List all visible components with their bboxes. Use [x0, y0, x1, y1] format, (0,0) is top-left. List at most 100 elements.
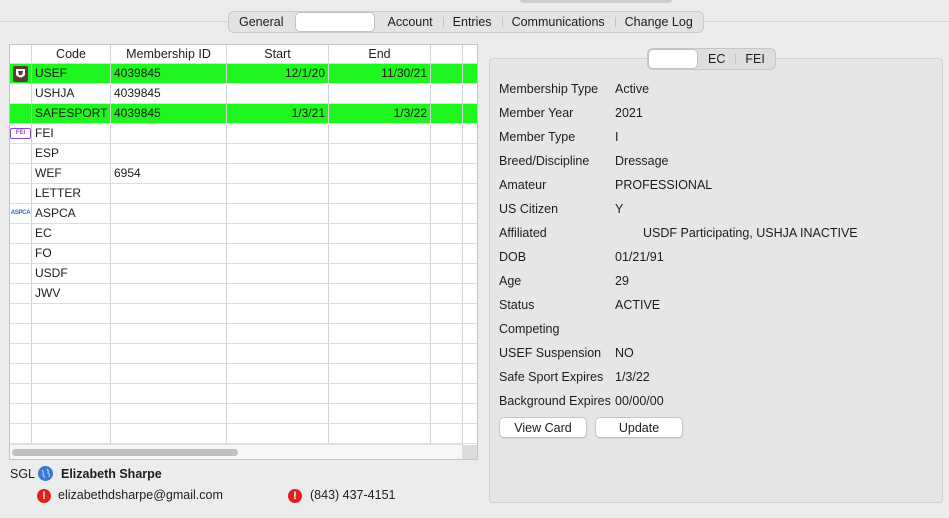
table-row[interactable]: ASPCA ASPCA [10, 204, 477, 224]
cell-id [111, 204, 227, 223]
cell-id [111, 144, 227, 163]
cell-start [227, 264, 329, 283]
detail-value: ACTIVE [615, 298, 661, 312]
cell-id [111, 264, 227, 283]
table-row[interactable]: SAFESPORT 4039845 1/3/21 1/3/22 [10, 104, 477, 124]
detail-label: Membership Type [499, 82, 599, 96]
tab-general[interactable]: General [229, 12, 293, 32]
details-tab-ec[interactable]: EC [698, 49, 735, 69]
empty-cell [32, 364, 111, 383]
table-row[interactable]: JWV [10, 284, 477, 304]
row-logo-cell [10, 384, 32, 403]
empty-cell [329, 424, 431, 443]
detail-value: 2021 [615, 106, 643, 120]
update-button[interactable]: Update [595, 417, 683, 438]
user-email[interactable]: elizabethdsharpe@gmail.com [58, 488, 223, 502]
empty-cell [111, 404, 227, 423]
table-row[interactable] [10, 424, 477, 444]
empty-cell [32, 344, 111, 363]
cell-code: ESP [32, 144, 111, 163]
tab-account[interactable]: Account [377, 12, 442, 32]
detail-value: Dressage [615, 154, 669, 168]
detail-value: 29 [615, 274, 629, 288]
cell-code: WEF [32, 164, 111, 183]
table-row[interactable]: FO [10, 244, 477, 264]
row-logo-cell [10, 104, 32, 123]
empty-cell [431, 64, 463, 83]
empty-cell [431, 324, 463, 343]
row-logo-cell [10, 284, 32, 303]
details-tab-fei[interactable]: FEI [735, 49, 774, 69]
memberships-table[interactable]: Code Membership ID Start End USEF 4039845… [9, 44, 478, 460]
cell-start [227, 124, 329, 143]
user-phone[interactable]: (843) 437-4151 [310, 488, 395, 502]
cell-code: FO [32, 244, 111, 263]
cell-code: JWV [32, 284, 111, 303]
table-row[interactable]: FEI FEI [10, 124, 477, 144]
table-row[interactable]: USDF [10, 264, 477, 284]
table-row[interactable]: EC [10, 224, 477, 244]
empty-cell [111, 384, 227, 403]
empty-cell [431, 264, 463, 283]
cell-end [329, 84, 431, 103]
row-logo-cell [10, 344, 32, 363]
header-icon-col[interactable] [10, 45, 32, 64]
table-row[interactable] [10, 344, 477, 364]
cell-code: USEF [32, 64, 111, 83]
detail-value: Active [615, 82, 650, 96]
view-card-button[interactable]: View Card [499, 417, 587, 438]
header-code[interactable]: Code [32, 45, 111, 64]
usef-logo-icon [13, 65, 28, 82]
table-row[interactable]: USEF 4039845 12/1/20 11/30/21 [10, 64, 477, 84]
table-row[interactable] [10, 304, 477, 324]
empty-cell [227, 344, 329, 363]
header-membership-id[interactable]: Membership ID [111, 45, 227, 64]
header-end[interactable]: End [329, 45, 431, 64]
header-extra[interactable] [431, 45, 463, 64]
row-logo-cell [10, 144, 32, 163]
window-top-strip [520, 0, 672, 3]
cell-start [227, 144, 329, 163]
header-start[interactable]: Start [227, 45, 329, 64]
table-row[interactable]: USHJA 4039845 [10, 84, 477, 104]
table-row[interactable] [10, 364, 477, 384]
table-row[interactable]: LETTER [10, 184, 477, 204]
cell-start: 12/1/20 [227, 64, 329, 83]
row-logo-cell [10, 84, 32, 103]
globe-icon[interactable] [38, 466, 53, 481]
empty-cell [111, 344, 227, 363]
table-row[interactable] [10, 384, 477, 404]
cell-id: 6954 [111, 164, 227, 183]
cell-end [329, 144, 431, 163]
table-body: USEF 4039845 12/1/20 11/30/21 USHJA 4039845 SA… [10, 64, 477, 459]
detail-label: USEF Suspension [499, 346, 602, 360]
row-logo-cell [10, 404, 32, 423]
user-name: Elizabeth Sharpe [61, 467, 162, 481]
empty-cell [329, 344, 431, 363]
tab-communications[interactable]: Communications [501, 12, 615, 32]
empty-cell [329, 384, 431, 403]
cell-end [329, 224, 431, 243]
fei-logo-icon: FEI [10, 128, 31, 139]
detail-label: Age [499, 274, 522, 288]
table-row[interactable] [10, 404, 477, 424]
tab-selected[interactable] [295, 12, 376, 32]
empty-cell [32, 304, 111, 323]
scrollbar-thumb[interactable] [12, 449, 238, 456]
cell-end: 11/30/21 [329, 64, 431, 83]
details-tab-selected[interactable] [648, 49, 698, 69]
user-prefix: SGL [10, 467, 36, 481]
cell-code: LETTER [32, 184, 111, 203]
tab-entries[interactable]: Entries [442, 12, 502, 32]
detail-label: Breed/Discipline [499, 154, 590, 168]
cell-id [111, 124, 227, 143]
table-row[interactable] [10, 324, 477, 344]
cell-end [329, 164, 431, 183]
detail-label: Competing [499, 322, 560, 336]
empty-cell [111, 304, 227, 323]
table-row[interactable]: ESP [10, 144, 477, 164]
tab-change-log[interactable]: Change Log [614, 12, 703, 32]
empty-cell [329, 364, 431, 383]
horizontal-scrollbar[interactable] [10, 444, 463, 459]
table-row[interactable]: WEF 6954 [10, 164, 477, 184]
